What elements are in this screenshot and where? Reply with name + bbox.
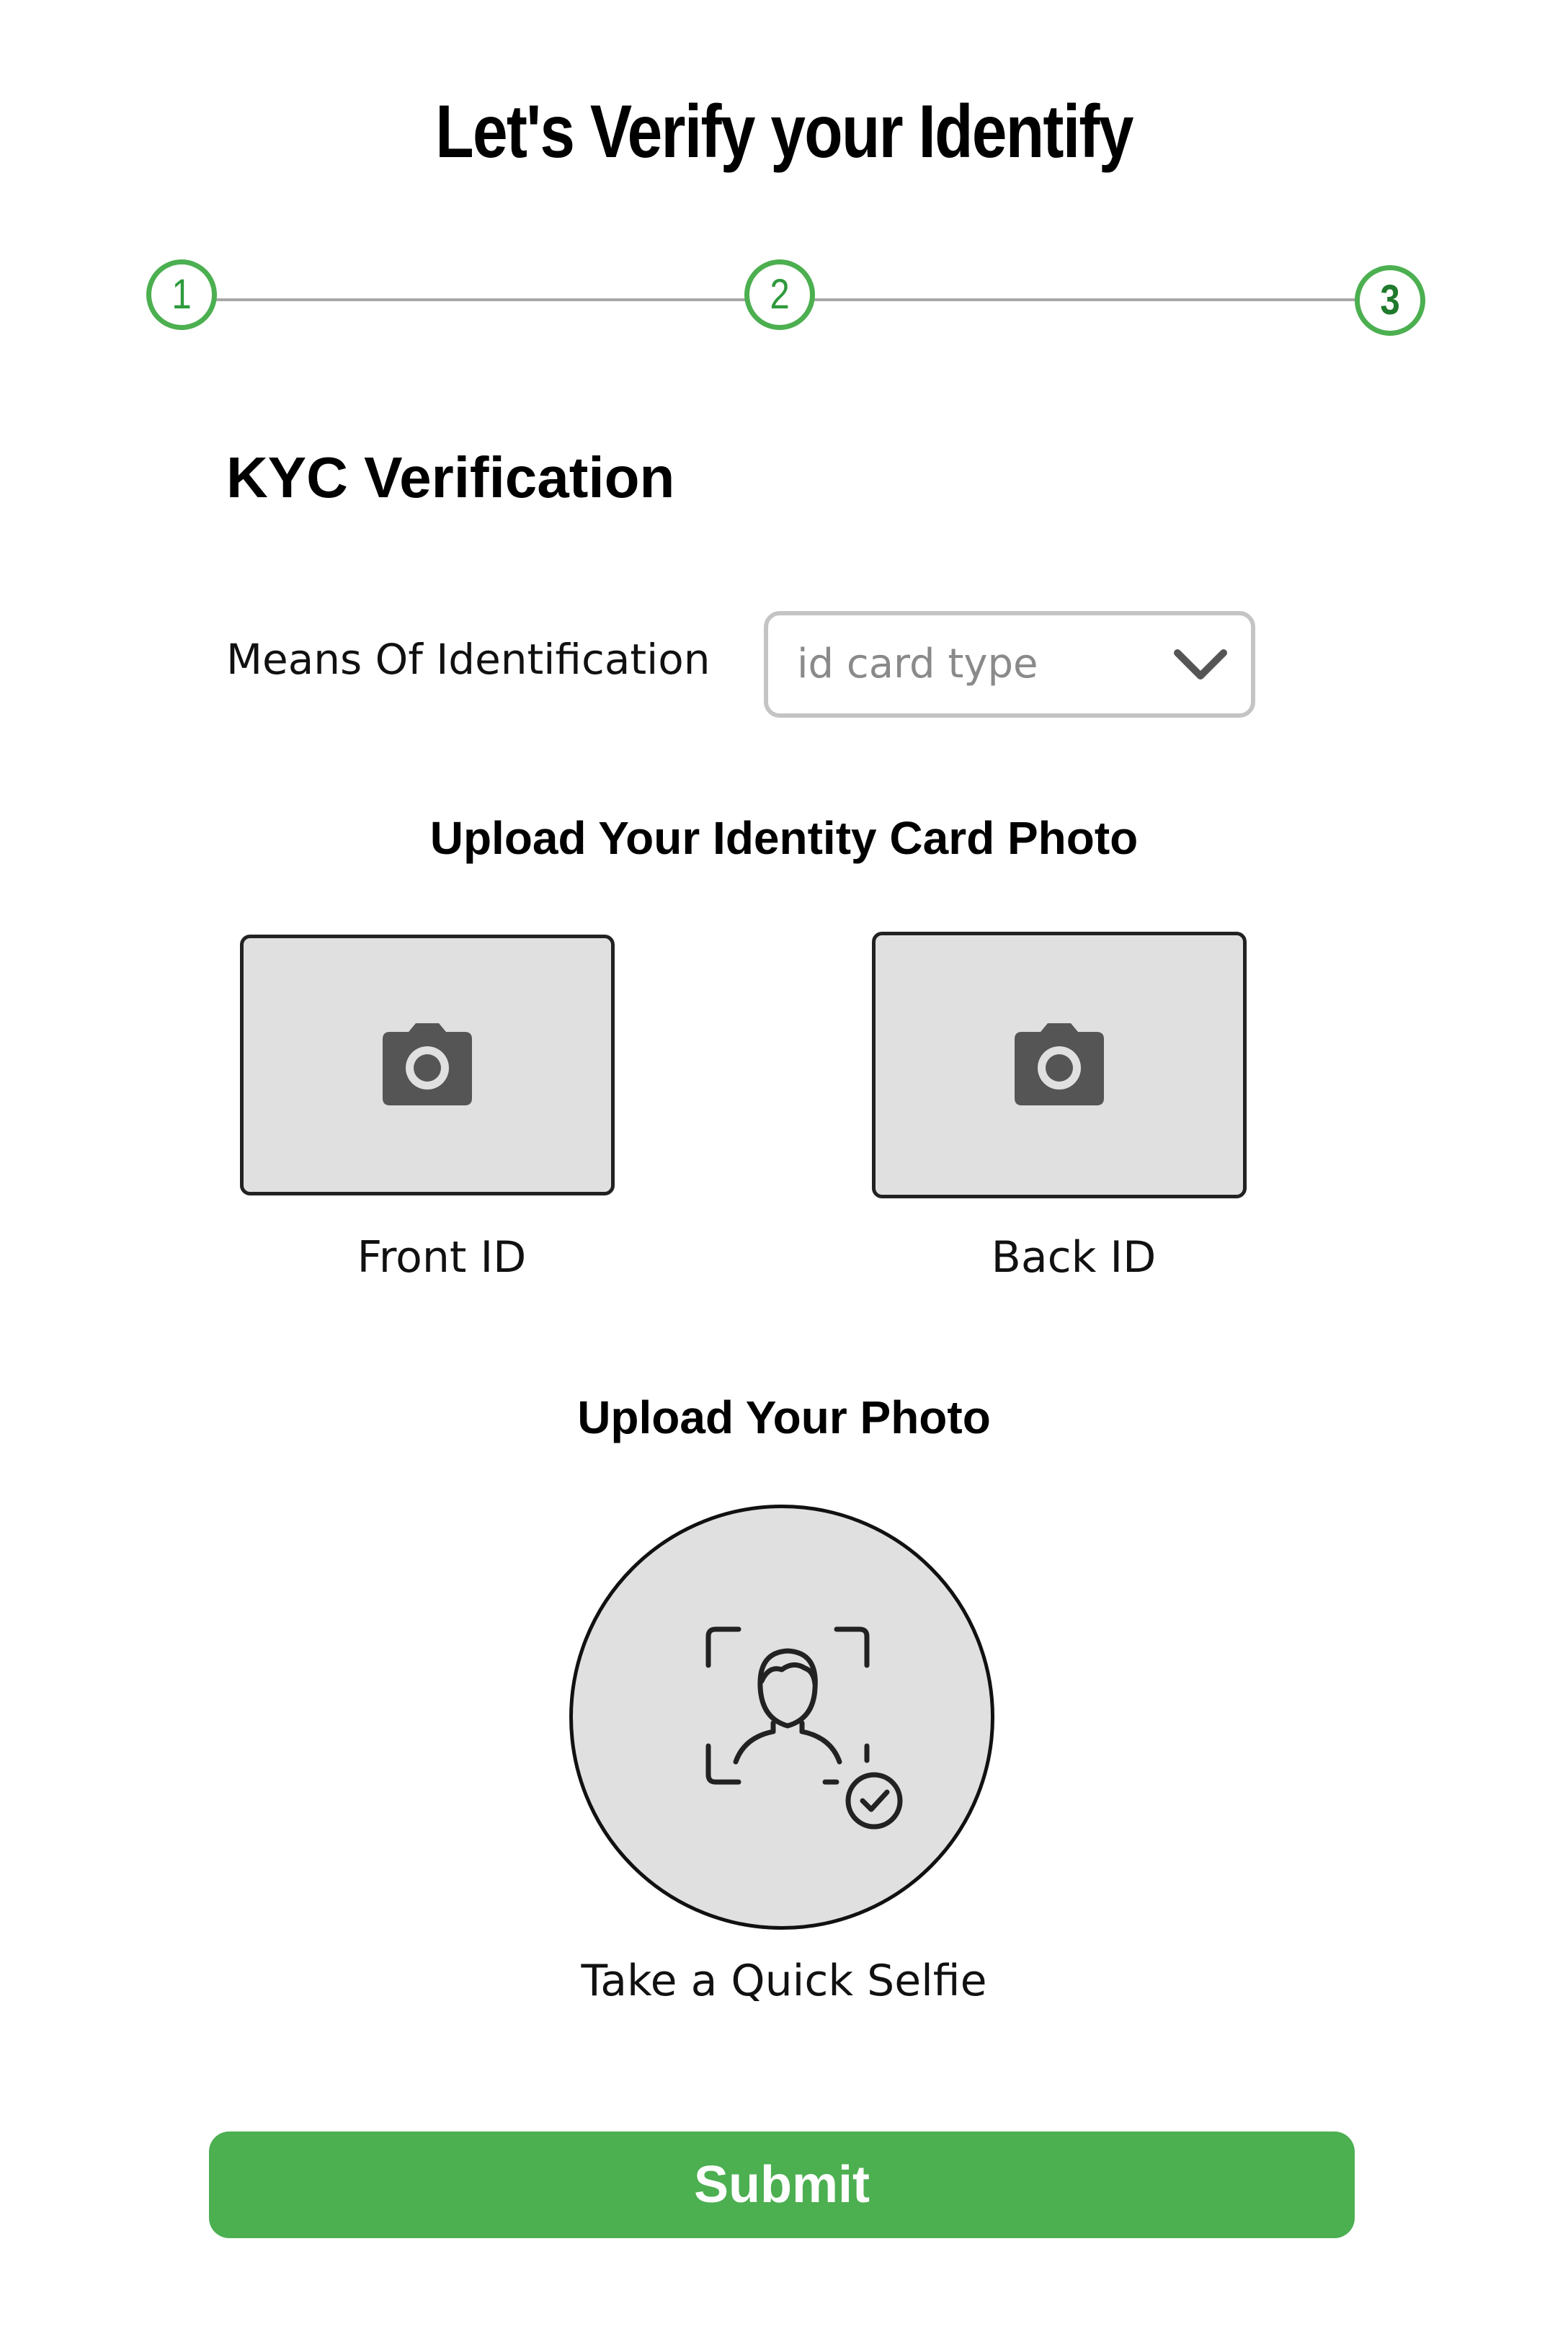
selfie-label: Take a Quick Selfie	[581, 1956, 987, 2006]
camera-icon	[383, 1023, 472, 1105]
step-1-number: 1	[172, 271, 192, 318]
front-id-upload[interactable]	[240, 935, 615, 1195]
step-3-number: 3	[1380, 277, 1400, 324]
section-title: KYC Verification	[226, 445, 675, 509]
stepper-line-2-3	[814, 298, 1356, 301]
step-2-indicator[interactable]: 2	[744, 259, 815, 330]
camera-icon	[1015, 1023, 1104, 1105]
chevron-down-icon	[1174, 649, 1227, 680]
step-3-indicator[interactable]: 3	[1355, 265, 1425, 336]
page-title: Let's Verify your Identify	[435, 90, 1133, 174]
id-card-type-placeholder: id card type	[797, 641, 1038, 687]
back-id-label: Back ID	[991, 1232, 1157, 1283]
id-card-type-select[interactable]: id card type	[764, 611, 1255, 718]
step-1-indicator[interactable]: 1	[146, 259, 217, 330]
stepper-line-1-2	[216, 298, 749, 301]
step-2-number: 2	[770, 271, 790, 318]
back-id-upload[interactable]	[872, 932, 1247, 1198]
photo-upload-heading: Upload Your Photo	[577, 1391, 991, 1443]
id-upload-heading: Upload Your Identity Card Photo	[429, 812, 1139, 864]
selfie-capture-button[interactable]	[569, 1505, 994, 1930]
face-scan-check-icon	[705, 1626, 903, 1830]
submit-button[interactable]: Submit	[209, 2132, 1355, 2238]
means-of-identification-label: Means Of Identification	[226, 635, 710, 684]
front-id-label: Front ID	[357, 1232, 527, 1283]
